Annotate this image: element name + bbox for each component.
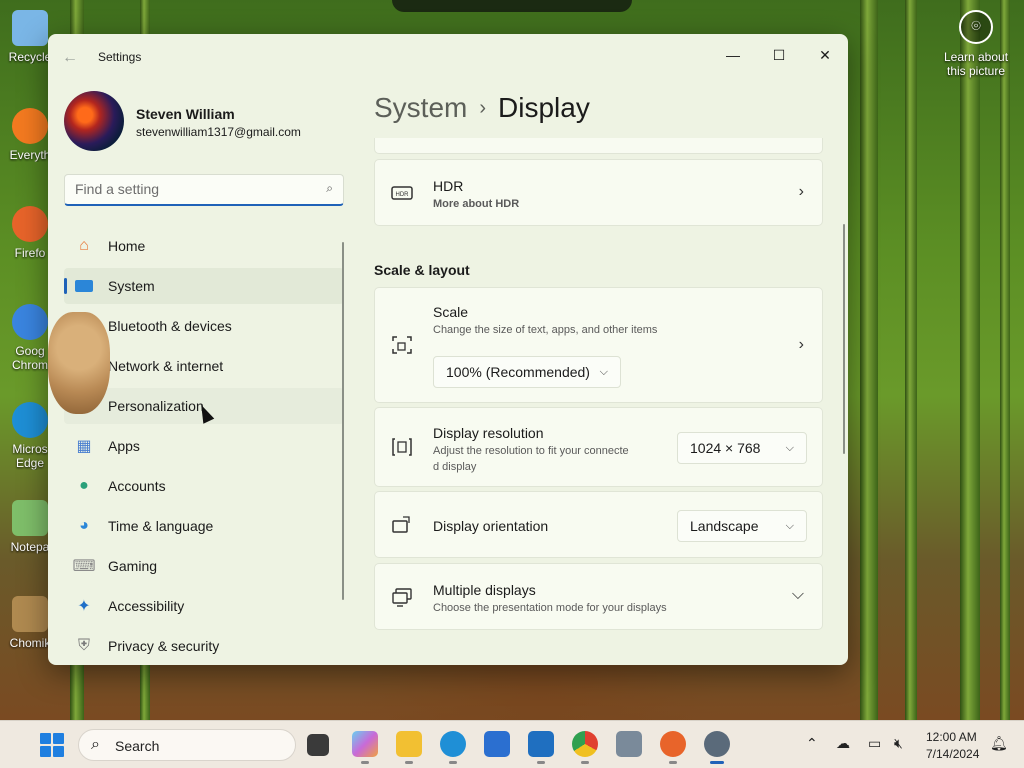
title-bar: ← Settings — ☐ ✕ [48,34,848,82]
resolution-dropdown[interactable]: 1024 × 768 ⌵ [677,432,807,464]
chevron-right-icon: › [798,183,804,200]
chevron-down-icon: ⌵ [785,520,794,532]
desktop-icon-edge[interactable]: Micros Edge [6,402,54,470]
orientation-icon [391,514,415,538]
camera-icon: ⌾ [959,10,993,44]
chevron-down-icon: ⌵ [785,442,794,454]
notepad-icon [12,500,48,536]
hamster-sticker-image [48,312,110,414]
user-email: stevenwilliam1317@gmail.com [136,125,301,139]
onedrive-icon[interactable]: ☁ [836,735,850,752]
gamepad-icon: ⌨ [72,558,96,575]
accessibility-icon: ✦ [77,598,91,615]
selection-indicator [64,278,67,294]
copilot-icon[interactable] [352,731,378,764]
notification-bell-icon[interactable]: 🔔︎ [990,735,1008,752]
user-name: Steven William [136,106,235,122]
scale-dropdown[interactable]: 100% (Recommended) ⌵ [433,356,621,388]
clock-time[interactable]: 12:00 AM [926,730,977,744]
taskbar-search[interactable]: ⌕ Search [78,729,296,761]
settings-icon[interactable] [704,731,730,764]
chevron-right-icon: › [798,336,804,353]
chrome-icon[interactable] [572,731,598,764]
svg-text:HDR: HDR [396,192,410,198]
find-setting-box[interactable]: ⌕ [64,174,344,206]
search-input[interactable] [65,175,305,203]
recycle-bin-icon [12,10,48,46]
shield-icon: ⛨ [77,637,90,654]
apps-icon: ▦ [76,438,92,455]
outlook-icon[interactable] [528,731,554,764]
start-button[interactable] [40,733,64,757]
multiple-displays-icon [391,586,415,610]
main-scrollbar[interactable] [843,224,845,454]
sidebar-item-system[interactable]: System [64,268,344,304]
search-icon: ⌕ [91,736,100,753]
search-icon[interactable]: ⌕ [326,181,333,196]
hdr-card[interactable]: HDR HDR More about HDR › [374,159,823,226]
desktop-icon-firefox[interactable]: Firefo [6,206,54,260]
desktop-icon-notepad[interactable]: Notepa [6,500,54,554]
system-icon [74,276,94,296]
orientation-dropdown[interactable]: Landscape ⌵ [677,510,807,542]
chevron-down-icon: ⌵ [791,586,804,603]
accounts-icon: ● [79,477,89,494]
multiple-displays-card[interactable]: Multiple displays Choose the presentatio… [374,563,823,630]
back-button[interactable]: ← [62,48,82,68]
chomik-icon [12,596,48,632]
firefox-icon[interactable] [660,731,686,764]
show-hidden-icons-chevron-icon[interactable]: ⌃ [806,735,818,752]
sidebar-item-privacy-security[interactable]: ⛨ Privacy & security [64,628,344,664]
close-button[interactable]: ✕ [802,40,848,70]
resolution-icon [391,436,415,460]
edge-icon[interactable] [440,731,466,764]
breadcrumb-system[interactable]: System [374,92,467,123]
taskbar: ⌕ Search ⌃ ☁ ▭ 🔇︎ 12:00 AM 7/14/2024 🔔︎ [0,720,1024,768]
sidebar-item-apps[interactable]: ▦ Apps [64,428,344,464]
chevron-down-icon: ⌵ [599,366,608,378]
windows-logo-icon [40,733,51,744]
maximize-button[interactable]: ☐ [756,40,802,70]
minimize-button[interactable]: — [710,40,756,70]
sidebar-item-home[interactable]: ⌂ Home [64,228,344,264]
sidebar-item-accessibility[interactable]: ✦ Accessibility [64,588,344,624]
more-about-hdr-link[interactable]: More about HDR [433,196,519,212]
home-icon: ⌂ [79,237,89,254]
avatar[interactable] [64,91,124,151]
desktop-icon-chrome[interactable]: Goog Chrom [6,304,54,372]
wallpaper-decoration [392,0,632,12]
desktop-icon-everything[interactable]: Everyth [6,108,54,162]
app-icon[interactable] [616,731,642,757]
desktop-icon-chomik[interactable]: Chomik [6,596,54,650]
display-orientation-card: Display orientation Landscape ⌵ [374,491,823,558]
settings-window: ← Settings — ☐ ✕ Steven William stevenwi… [48,34,848,665]
display-resolution-card: Display resolution Adjust the resolution… [374,407,823,487]
partial-card [374,138,823,154]
hdr-icon: HDR [391,182,415,206]
breadcrumb: System › Display [374,92,590,124]
learn-about-picture[interactable]: ⌾ Learn about this picture [936,10,1016,78]
sidebar-item-accounts[interactable]: ● Accounts [64,468,344,504]
chrome-icon [12,304,48,340]
file-explorer-icon[interactable] [396,731,422,764]
edge-icon [12,402,48,438]
firefox-icon [12,206,48,242]
scale-icon [391,334,415,358]
page-title: Display [498,92,590,123]
sidebar-item-gaming[interactable]: ⌨ Gaming [64,548,344,584]
desktop-icon-recycle-bin[interactable]: Recycle [6,10,54,64]
sidebar-item-time-language[interactable]: ◕ Time & language [64,508,344,544]
app-title: Settings [98,50,142,64]
store-icon[interactable] [484,731,510,757]
network-status-icon[interactable]: ▭ [868,735,881,752]
task-view-icon[interactable] [307,734,329,756]
breadcrumb-chevron-icon: › [479,97,487,119]
sidebar-scrollbar[interactable] [342,242,344,600]
everything-icon [12,108,48,144]
volume-muted-icon[interactable]: 🔇︎ [894,735,903,752]
scale-card[interactable]: Scale Change the size of text, apps, and… [374,287,823,403]
globe-icon: ◕ [79,517,89,534]
section-title-scale-layout: Scale & layout [374,262,470,278]
clock-date[interactable]: 7/14/2024 [926,747,979,761]
